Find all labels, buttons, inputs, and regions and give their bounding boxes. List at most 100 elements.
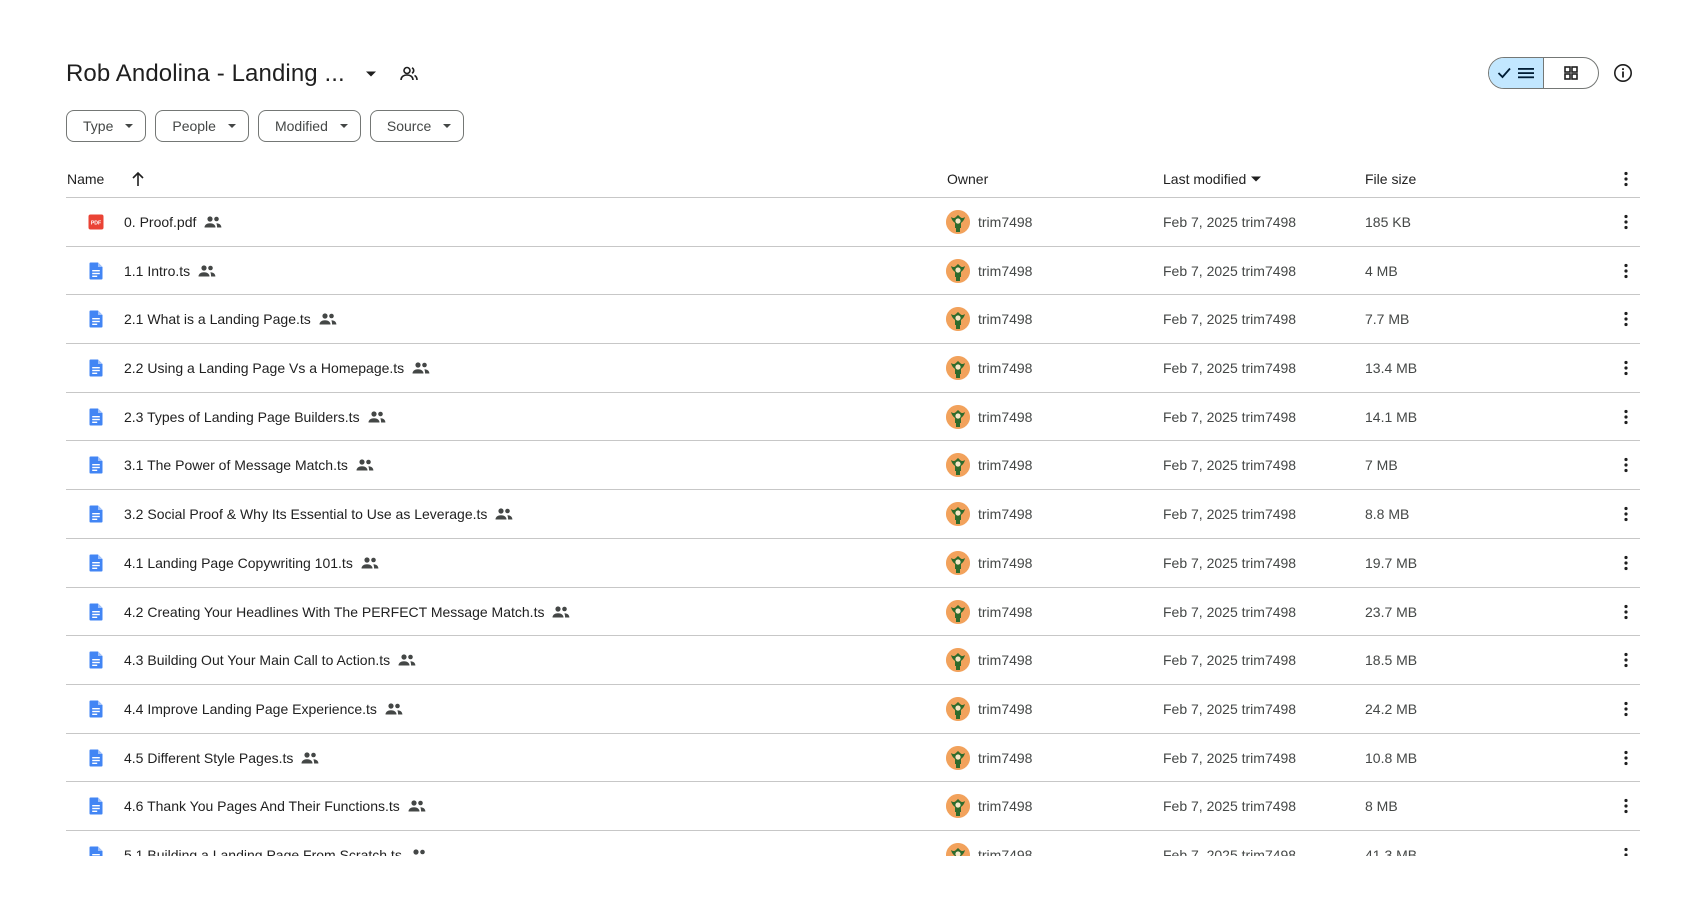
- owner-avatar[interactable]: [946, 794, 970, 819]
- owner-avatar[interactable]: [946, 258, 970, 283]
- doc-icon: [86, 734, 106, 782]
- file-size-cell: 8 MB: [1365, 798, 1398, 815]
- owner-avatar[interactable]: [946, 599, 970, 624]
- dropdown-caret-icon: [125, 124, 134, 128]
- owner-avatar[interactable]: [946, 404, 970, 429]
- table-row[interactable]: 1.1 Intro.ts trim7498 Feb 7, 2025 trim7498…: [66, 247, 1640, 296]
- table-row[interactable]: 2.3 Types of Landing Page Builders.ts tri…: [66, 393, 1640, 442]
- table-row[interactable]: 4.5 Different Style Pages.ts trim7498 Feb …: [66, 734, 1640, 783]
- last-modified-cell: Feb 7, 2025 trim7498: [1163, 700, 1297, 717]
- more-options-icon[interactable]: [1614, 539, 1638, 587]
- owner-avatar[interactable]: [946, 502, 970, 527]
- more-options-icon[interactable]: [1614, 685, 1638, 733]
- doc-icon: [86, 831, 106, 856]
- sort-caret-icon: [1251, 176, 1262, 182]
- owner-cell: trim7498: [946, 344, 1032, 392]
- file-name-cell[interactable]: 4.2 Creating Your Headlines With The PER…: [124, 588, 570, 636]
- file-name: 4.2 Creating Your Headlines With The PER…: [124, 603, 545, 620]
- sort-ascending-arrow-icon[interactable]: [126, 167, 150, 191]
- dropdown-caret-icon: [227, 124, 236, 128]
- column-more-options-icon[interactable]: [1614, 160, 1638, 198]
- owner-avatar[interactable]: [946, 745, 970, 770]
- owner-avatar[interactable]: [946, 842, 970, 856]
- more-options-icon[interactable]: [1614, 636, 1638, 684]
- doc-icon: [86, 344, 106, 392]
- file-name-cell[interactable]: 4.6 Thank You Pages And Their Functions.…: [124, 782, 426, 830]
- file-name: 3.2 Social Proof & Why Its Essential to …: [124, 506, 488, 523]
- details-info-icon[interactable]: [1611, 61, 1635, 85]
- owner-avatar[interactable]: [946, 696, 970, 721]
- owner-avatar[interactable]: [946, 210, 970, 234]
- owner-avatar[interactable]: [946, 648, 970, 673]
- last-modified-cell: Feb 7, 2025 trim7498: [1163, 603, 1297, 620]
- table-row[interactable]: 3.2 Social Proof & Why Its Essential to …: [66, 490, 1640, 539]
- owner-name: trim7498: [978, 749, 1033, 766]
- shared-people-icon: [356, 458, 374, 472]
- column-name-header[interactable]: Name: [67, 160, 104, 198]
- more-options-icon[interactable]: [1614, 441, 1638, 489]
- file-name-cell[interactable]: 1.1 Intro.ts: [124, 247, 216, 295]
- column-last-modified-header[interactable]: Last modified: [1163, 160, 1262, 198]
- table-header: Name Owner Last modified File size: [66, 160, 1640, 198]
- folder-menu-caret-icon[interactable]: [359, 62, 383, 86]
- list-icon: [1518, 68, 1534, 79]
- table-row[interactable]: 4.4 Improve Landing Page Experience.ts tr…: [66, 685, 1640, 734]
- file-name-cell[interactable]: 4.4 Improve Landing Page Experience.ts: [124, 685, 403, 733]
- more-options-icon[interactable]: [1614, 295, 1638, 343]
- owner-avatar[interactable]: [946, 453, 970, 478]
- column-owner-header[interactable]: Owner: [947, 160, 988, 198]
- file-name-cell[interactable]: 2.3 Types of Landing Page Builders.ts: [124, 393, 386, 441]
- file-name-cell[interactable]: 5.1 Building a Landing Page From Scratch…: [124, 831, 428, 856]
- more-options-icon[interactable]: [1614, 393, 1638, 441]
- more-options-icon[interactable]: [1614, 831, 1638, 856]
- filter-people-chip[interactable]: People: [155, 110, 249, 142]
- filter-type-chip[interactable]: Type: [66, 110, 147, 142]
- owner-avatar[interactable]: [946, 307, 970, 332]
- file-name: 2.2 Using a Landing Page Vs a Homepage.t…: [124, 360, 405, 377]
- file-name-cell[interactable]: 3.2 Social Proof & Why Its Essential to …: [124, 490, 513, 538]
- file-size-cell: 7 MB: [1365, 457, 1398, 474]
- list-view-button[interactable]: [1489, 58, 1544, 88]
- table-row[interactable]: 4.3 Building Out Your Main Call to Actio…: [66, 636, 1640, 685]
- more-options-icon[interactable]: [1614, 198, 1638, 246]
- table-row[interactable]: 3.1 The Power of Message Match.ts trim749…: [66, 441, 1640, 491]
- owner-name: trim7498: [978, 798, 1033, 815]
- table-row[interactable]: 2.2 Using a Landing Page Vs a Homepage.t…: [66, 344, 1640, 393]
- column-file-size-header[interactable]: File size: [1365, 160, 1416, 198]
- filter-modified-chip[interactable]: Modified: [257, 110, 361, 142]
- view-toggle: [1488, 57, 1599, 89]
- last-modified-cell: Feb 7, 2025 trim7498: [1163, 214, 1297, 230]
- owner-name: trim7498: [978, 262, 1033, 279]
- more-options-icon[interactable]: [1614, 247, 1638, 295]
- more-options-icon[interactable]: [1614, 344, 1638, 392]
- more-options-icon[interactable]: [1614, 490, 1638, 538]
- more-options-icon[interactable]: [1614, 782, 1638, 830]
- file-name-cell[interactable]: 2.1 What is a Landing Page.ts: [124, 295, 337, 343]
- drive-folder-view: Rob Andolina - Landing ... Type People M…: [0, 0, 1696, 856]
- filter-source-chip[interactable]: Source: [369, 110, 465, 142]
- manage-access-icon[interactable]: [397, 62, 421, 86]
- last-modified-cell: Feb 7, 2025 trim7498: [1163, 408, 1297, 425]
- shared-people-icon: [204, 215, 222, 229]
- table-row[interactable]: 5.1 Building a Landing Page From Scratch…: [66, 831, 1640, 856]
- file-name-cell[interactable]: 4.1 Landing Page Copywriting 101.ts: [124, 539, 379, 587]
- file-name-cell[interactable]: 4.5 Different Style Pages.ts: [124, 734, 319, 782]
- owner-cell: trim7498: [946, 685, 1032, 733]
- more-options-icon[interactable]: [1614, 734, 1638, 782]
- table-row[interactable]: 4.2 Creating Your Headlines With The PER…: [66, 588, 1640, 637]
- file-name-cell[interactable]: 0. Proof.pdf: [124, 198, 222, 246]
- folder-title[interactable]: Rob Andolina - Landing ...: [66, 60, 345, 88]
- file-name-cell[interactable]: 4.3 Building Out Your Main Call to Actio…: [124, 636, 416, 684]
- table-row[interactable]: 2.1 What is a Landing Page.ts trim7498 Feb…: [66, 295, 1640, 345]
- more-options-icon[interactable]: [1614, 588, 1638, 636]
- owner-avatar[interactable]: [946, 356, 970, 381]
- file-name-cell[interactable]: 2.2 Using a Landing Page Vs a Homepage.t…: [124, 344, 430, 392]
- table-row[interactable]: PDF 0. Proof.pdf trim7498 Feb 7, 2025 trim7…: [66, 198, 1640, 247]
- filter-modified-label: Modified: [274, 118, 328, 134]
- table-row[interactable]: 4.6 Thank You Pages And Their Functions.…: [66, 782, 1640, 831]
- grid-view-button[interactable]: [1544, 58, 1598, 88]
- last-modified-cell: Feb 7, 2025 trim7498: [1163, 506, 1297, 523]
- file-name-cell[interactable]: 3.1 The Power of Message Match.ts: [124, 441, 374, 489]
- owner-avatar[interactable]: [946, 550, 970, 575]
- table-row[interactable]: 4.1 Landing Page Copywriting 101.ts trim7…: [66, 539, 1640, 588]
